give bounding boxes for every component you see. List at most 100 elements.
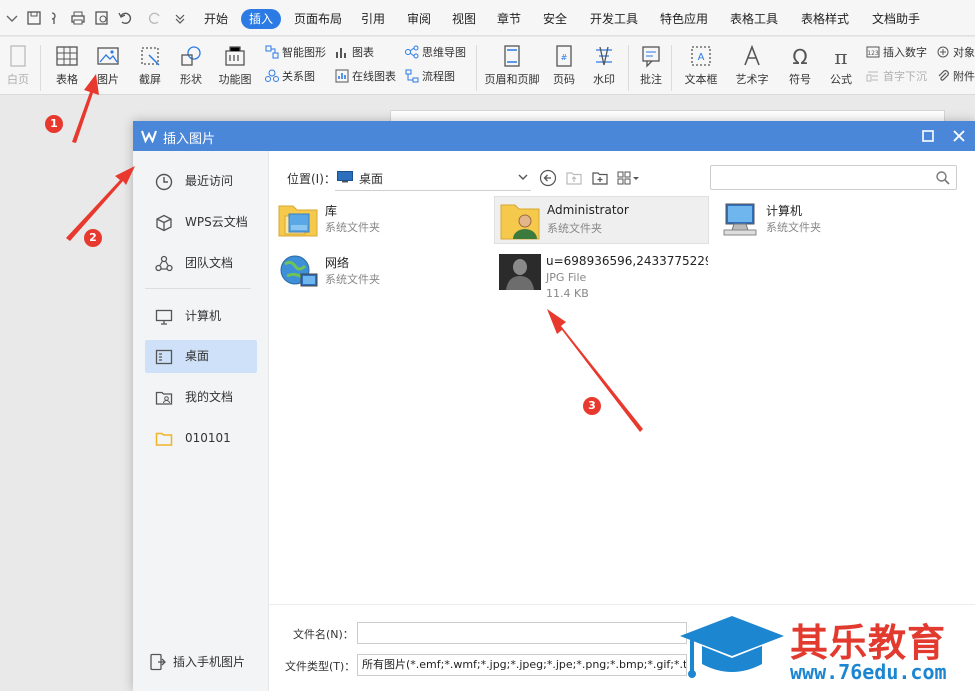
search-input[interactable] (710, 165, 957, 190)
maximize-icon[interactable] (919, 127, 937, 145)
header-footer-button[interactable]: 页眉和页脚 (483, 43, 541, 91)
screenshot-button[interactable]: 截屏 (131, 43, 169, 91)
menu-chapter[interactable]: 章节 (497, 9, 521, 29)
nav-computer[interactable]: 计算机 (145, 300, 257, 333)
shape-label: 形状 (180, 73, 202, 86)
menu-review[interactable]: 审阅 (407, 9, 431, 29)
insert-number-button[interactable]: 123 插入数字 (866, 44, 927, 62)
function-chart-button[interactable]: 功能图 (213, 43, 257, 91)
page-icon (5, 43, 31, 69)
filename-input[interactable] (357, 622, 687, 644)
symbol-button[interactable]: Ω 符号 (782, 43, 818, 91)
header-footer-label: 页眉和页脚 (484, 73, 540, 86)
menu-special-apps[interactable]: 特色应用 (660, 9, 708, 29)
object-button[interactable]: 对象 (936, 44, 975, 62)
menu-references[interactable]: 引用 (361, 9, 385, 29)
monitor-icon (155, 309, 173, 325)
mind-map-button[interactable]: 思维导图 (405, 44, 466, 62)
format-painter-icon[interactable] (48, 10, 64, 26)
file-item-administrator[interactable]: Administrator 系统文件夹 (494, 196, 709, 244)
graduation-cap-logo (680, 616, 784, 678)
blank-page-button[interactable]: 白页 (0, 43, 36, 91)
menu-developer[interactable]: 开发工具 (590, 9, 638, 29)
nav-folder-010101[interactable]: 010101 (145, 422, 257, 455)
print-icon[interactable] (70, 10, 86, 26)
desktop-icon (155, 349, 173, 365)
nav-team-docs[interactable]: 团队文档 (145, 247, 257, 280)
svg-text:π: π (834, 45, 847, 69)
chart-label: 图表 (352, 46, 374, 59)
wps-logo-icon (141, 129, 157, 144)
file-item-network[interactable]: 网络 系统文件夹 (273, 248, 488, 296)
chart-button[interactable]: 图表 (335, 44, 374, 62)
word-art-button[interactable]: 艺术字 (729, 43, 775, 91)
image-thumbnail-icon (499, 254, 541, 290)
flow-chart-label: 流程图 (422, 70, 455, 83)
file-item-computer[interactable]: 计算机 系统文件夹 (714, 196, 929, 244)
filetype-select[interactable]: 所有图片(*.emf;*.wmf;*.jpg;*.jpeg;*.jpe;*.pn… (357, 654, 687, 676)
library-folder-icon (278, 205, 318, 237)
undo-icon[interactable] (117, 10, 133, 26)
menu-table-tools[interactable]: 表格工具 (730, 9, 778, 29)
nav-desktop[interactable]: 桌面 (145, 340, 257, 373)
ribbon-divider (628, 45, 629, 91)
view-mode-icon[interactable] (617, 169, 641, 187)
relation-chart-button[interactable]: 关系图 (265, 68, 315, 86)
picture-icon (95, 43, 121, 69)
nav-my-docs[interactable]: 我的文档 (145, 381, 257, 414)
text-box-button[interactable]: A 文本框 (678, 43, 724, 91)
menu-home[interactable]: 开始 (204, 9, 228, 29)
new-folder-icon[interactable] (591, 169, 609, 187)
file-item-jpg-image[interactable]: u=698936596,2433775229&f... JPG File 11.… (494, 248, 709, 314)
close-icon[interactable] (950, 127, 968, 145)
menu-doc-assistant[interactable]: 文档助手 (872, 9, 920, 29)
formula-button[interactable]: π 公式 (823, 43, 859, 91)
watermark-label: 水印 (593, 73, 615, 86)
redo-icon[interactable] (147, 10, 163, 26)
watermark-icon (591, 43, 617, 69)
online-chart-button[interactable]: 在线图表 (335, 68, 396, 86)
location-dropdown[interactable]: 桌面 (335, 165, 531, 191)
formula-label: 公式 (830, 73, 852, 86)
picture-button[interactable]: 图片 (89, 43, 127, 91)
smart-art-button[interactable]: 智能图形 (265, 44, 326, 62)
menu-insert[interactable]: 插入 (241, 9, 282, 29)
screenshot-icon (137, 43, 163, 69)
user-folder-icon (500, 204, 540, 240)
shape-button[interactable]: 形状 (172, 43, 210, 91)
svg-text:123: 123 (867, 50, 879, 57)
nav-wps-cloud[interactable]: WPS云文档 (145, 206, 257, 239)
menu-table-style[interactable]: 表格样式 (801, 9, 849, 29)
back-icon[interactable] (539, 169, 557, 187)
ribbon-divider (476, 45, 477, 91)
page-number-button[interactable]: # 页码 (546, 43, 582, 91)
comment-label: 批注 (640, 73, 662, 86)
file-item-library[interactable]: 库 系统文件夹 (273, 196, 488, 244)
attachment-button[interactable]: 附件 (936, 68, 975, 86)
flow-chart-button[interactable]: 流程图 (405, 68, 455, 86)
filename-label: 文件名(N)： (293, 628, 354, 641)
chevron-down-icon[interactable] (4, 10, 20, 26)
pi-icon: π (828, 43, 854, 69)
team-icon (155, 255, 173, 272)
text-box-label: 文本框 (684, 73, 718, 86)
up-folder-icon[interactable] (565, 169, 583, 187)
menu-page-layout[interactable]: 页面布局 (294, 9, 342, 29)
watermark-button[interactable]: 水印 (586, 43, 622, 91)
relation-chart-label: 关系图 (282, 70, 315, 83)
comment-button[interactable]: 批注 (634, 43, 668, 91)
object-label: 对象 (953, 46, 975, 59)
phone-picture-icon (150, 653, 166, 671)
drop-cap-button[interactable]: 首字下沉 (866, 68, 927, 86)
search-icon (936, 171, 950, 185)
customize-chevron-icon[interactable] (172, 10, 188, 26)
table-button[interactable]: 表格 (48, 43, 86, 91)
print-preview-icon[interactable] (94, 10, 110, 26)
text-box-icon: A (688, 43, 714, 69)
menu-view[interactable]: 视图 (452, 9, 476, 29)
screenshot-label: 截屏 (139, 73, 161, 86)
menu-security[interactable]: 安全 (543, 9, 567, 29)
save-icon[interactable] (26, 10, 42, 26)
nav-recent[interactable]: 最近访问 (145, 165, 257, 198)
folder-user-icon (155, 391, 173, 405)
